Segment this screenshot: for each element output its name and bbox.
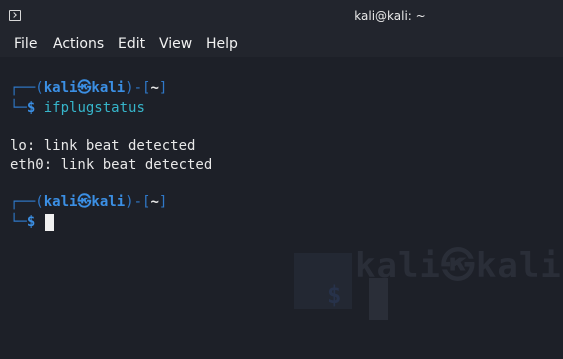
title-bar: kali@kali: ~ <box>0 0 563 32</box>
menu-help[interactable]: Help <box>206 36 238 52</box>
prompt-cwd: ~ <box>150 194 159 210</box>
menu-file[interactable]: File <box>14 36 37 52</box>
prompt-cwd: ~ <box>150 80 159 96</box>
prompt-dollar: $ <box>26 214 36 230</box>
prompt-user: kali㉿kali <box>43 80 126 96</box>
terminal-icon[interactable] <box>9 10 21 21</box>
text-cursor <box>45 214 54 231</box>
prompt-user: kali㉿kali <box>43 194 126 210</box>
terminal-area[interactable]: kali㉿kali $ ┌──(kali㉿kali)-[~] └─$ ifplu… <box>0 57 563 359</box>
menu-bar: File Actions Edit View Help <box>0 32 563 57</box>
window-title: kali@kali: ~ <box>354 9 426 23</box>
menu-view[interactable]: View <box>159 36 192 52</box>
watermark-terminal-shape <box>294 253 352 309</box>
prompt-frame-bottom: └─ <box>10 214 27 230</box>
prompt-bracket-end: ] <box>158 194 168 210</box>
watermark-dollar: $ <box>327 281 342 309</box>
command-line-2: └─$ <box>10 213 35 232</box>
menu-edit[interactable]: Edit <box>118 36 145 52</box>
prompt-bracket: )-[ <box>125 194 151 210</box>
prompt-frame-bottom: └─ <box>10 100 27 116</box>
watermark-cursor <box>369 278 388 320</box>
output-line: lo: link beat detected <box>10 138 196 154</box>
prompt-frame-top: ┌──( <box>10 80 44 96</box>
command-text: ifplugstatus <box>35 100 145 116</box>
prompt-line-2: ┌──(kali㉿kali)-[~] <box>10 193 167 212</box>
prompt-frame-top: ┌──( <box>10 194 44 210</box>
command-line-1: └─$ ifplugstatus <box>10 99 145 118</box>
prompt-bracket: )-[ <box>125 80 151 96</box>
output-line: eth0: link beat detected <box>10 157 213 173</box>
prompt-bracket-end: ] <box>158 80 168 96</box>
prompt-line-1: ┌──(kali㉿kali)-[~] <box>10 79 167 98</box>
menu-actions[interactable]: Actions <box>53 36 104 52</box>
